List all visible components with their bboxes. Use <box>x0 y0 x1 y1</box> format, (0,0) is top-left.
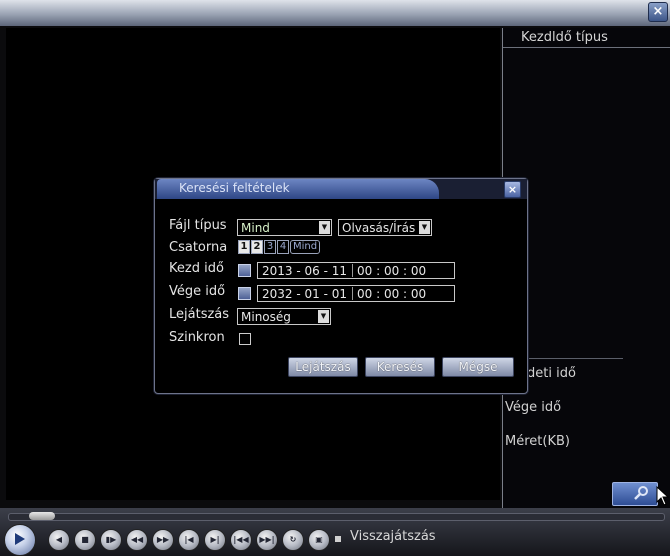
search-conditions-dialog: Keresési feltételek × Fájl típus Mind ▼ … <box>154 178 528 394</box>
end-time-label: Vége idő <box>505 400 562 415</box>
dialog-close-icon[interactable]: × <box>504 181 521 198</box>
end-date-value: 2032 - 01 - 01 <box>262 287 347 301</box>
dialog-body: Fájl típus Mind ▼ Olvasás/Írás ▼ Csatorn… <box>158 200 522 389</box>
datetime-separator <box>352 264 353 277</box>
play-icon[interactable] <box>4 524 36 556</box>
playback-progress-thumb[interactable] <box>28 512 55 520</box>
access-type-select[interactable]: Olvasás/Írás ▼ <box>338 219 432 236</box>
end-datetime-field[interactable]: 2032 - 01 - 01 00 : 00 : 00 <box>257 285 455 302</box>
step-icon[interactable]: ▮▶ <box>100 529 122 551</box>
previous-icon[interactable]: ◀ <box>48 529 70 551</box>
file-list-header: Kezdldő típus <box>503 28 670 48</box>
dialog-titlebar: Keresési feltételek × <box>155 179 527 199</box>
playback-control-bar: ◀ ■ ▮▶ ◀◀ ▶▶ |◀ ▶| |◀◀ ▶▶| ↻ ▣ Visszaját… <box>0 508 670 556</box>
sync-label: Szinkron <box>169 330 225 345</box>
start-date-value: 2013 - 06 - 11 <box>262 264 347 278</box>
status-dot-icon <box>335 536 341 542</box>
chevron-down-icon: ▼ <box>319 221 330 234</box>
mouse-cursor-icon <box>656 486 670 506</box>
mode-status-label: Visszajátszás <box>350 529 436 544</box>
channel-4-toggle[interactable]: 4 <box>277 240 289 254</box>
chevron-down-icon: ▼ <box>419 221 430 234</box>
search-icon <box>634 486 648 500</box>
cancel-button[interactable]: Mégse <box>442 357 514 377</box>
start-time-value: 00 : 00 : 00 <box>357 264 427 278</box>
channel-3-toggle[interactable]: 3 <box>264 240 276 254</box>
fast-forward-icon[interactable]: ▶▶ <box>152 529 174 551</box>
window-close-icon[interactable]: × <box>648 2 668 22</box>
start-datetime-field[interactable]: 2013 - 06 - 11 00 : 00 : 00 <box>257 262 455 279</box>
skip-forward-icon[interactable]: ▶▶| <box>256 529 278 551</box>
chevron-down-icon: ▼ <box>318 310 329 323</box>
start-time-label: deti idő <box>527 366 576 381</box>
search-button[interactable]: Keresés <box>365 357 435 377</box>
channel-1-toggle[interactable]: 1 <box>238 240 250 254</box>
playback-label: Lejátszás <box>169 307 230 322</box>
dialog-title: Keresési feltételek <box>179 181 290 195</box>
refresh-icon[interactable]: ↻ <box>282 529 304 551</box>
dialog-title-tab: Keresési feltételek <box>157 179 439 199</box>
quality-select[interactable]: Minoség ▼ <box>237 308 331 325</box>
size-label: Méret(KB) <box>505 434 570 449</box>
end-time-label: Vége idő <box>169 284 226 299</box>
rewind-icon[interactable]: ◀◀ <box>126 529 148 551</box>
start-time-label: Kezd idő <box>169 261 224 276</box>
frame-forward-icon[interactable]: ▶| <box>204 529 226 551</box>
stop-icon[interactable]: ■ <box>74 529 96 551</box>
channel-all-toggle[interactable]: Mind <box>290 240 321 254</box>
search-files-button[interactable] <box>612 482 658 506</box>
file-type-select[interactable]: Mind ▼ <box>237 219 332 236</box>
playback-progress-track[interactable] <box>8 513 665 521</box>
datetime-separator <box>352 287 353 300</box>
channel-2-toggle[interactable]: 2 <box>251 240 263 254</box>
snapshot-icon[interactable]: ▣ <box>308 529 330 551</box>
file-type-label: Fájl típus <box>169 218 227 233</box>
calendar-icon[interactable] <box>238 264 251 277</box>
calendar-icon[interactable] <box>238 287 251 300</box>
sync-checkbox[interactable] <box>239 333 251 345</box>
channel-label: Csatorna <box>169 240 228 255</box>
skip-back-icon[interactable]: |◀◀ <box>230 529 252 551</box>
play-button[interactable]: Lejátszás <box>288 357 358 377</box>
end-time-value: 00 : 00 : 00 <box>357 287 427 301</box>
frame-back-icon[interactable]: |◀ <box>178 529 200 551</box>
window-titlebar: × <box>0 0 670 26</box>
